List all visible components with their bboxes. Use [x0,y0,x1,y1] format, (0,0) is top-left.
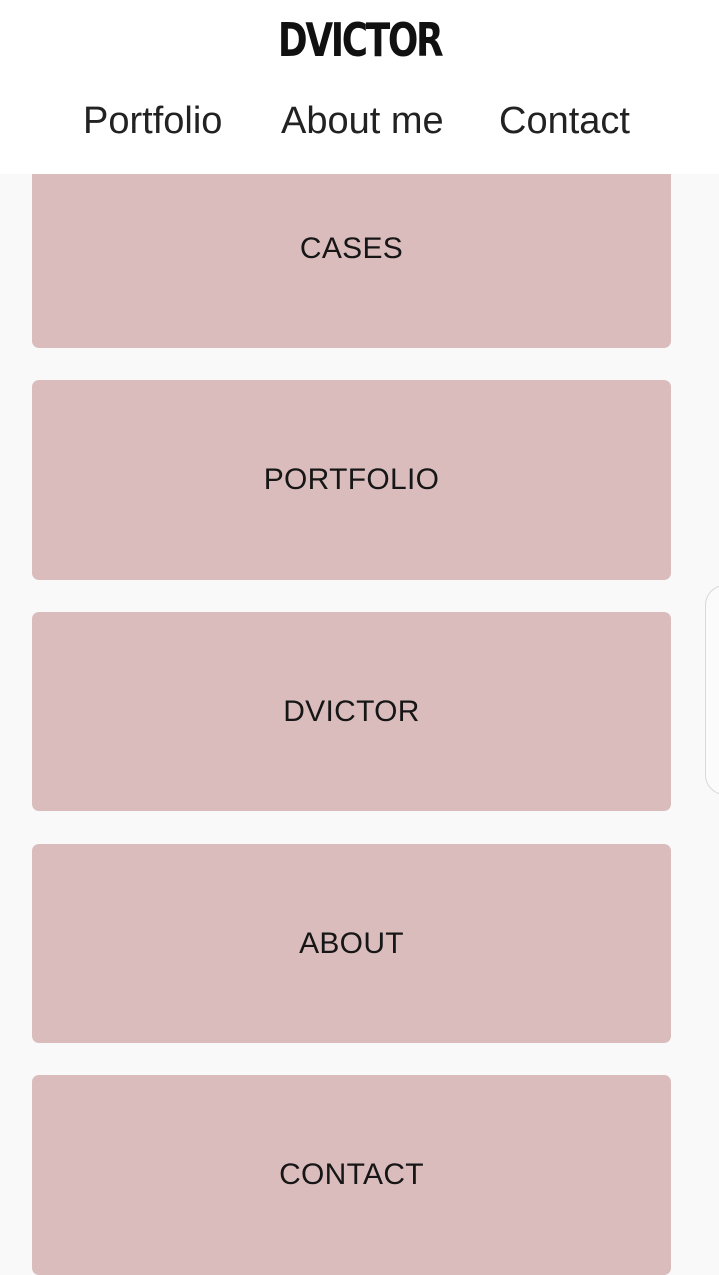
card-cases-label: CASES [299,232,404,265]
card-portfolio-label: PORTFOLIO [263,463,440,496]
card-about[interactable]: ABOUT [32,844,671,1043]
site-header: DVICTOR Portfolio About me Contact [0,0,719,174]
card-dvictor[interactable]: DVICTOR [32,612,671,811]
card-dvictor-label: DVICTOR [283,694,420,728]
card-portfolio[interactable]: PORTFOLIO [32,380,671,580]
card-about-label: ABOUT [299,926,404,960]
edge-panel-handle[interactable] [705,585,719,795]
card-cases[interactable]: CASES [32,150,671,348]
nav-link-about-me[interactable]: About me [281,96,444,146]
site-logo[interactable]: DVICTOR [79,10,640,70]
card-contact-label: CONTACT [279,1158,424,1191]
nav-link-portfolio[interactable]: Portfolio [83,96,222,146]
card-contact[interactable]: CONTACT [32,1075,671,1275]
nav-link-contact[interactable]: Contact [499,96,630,146]
